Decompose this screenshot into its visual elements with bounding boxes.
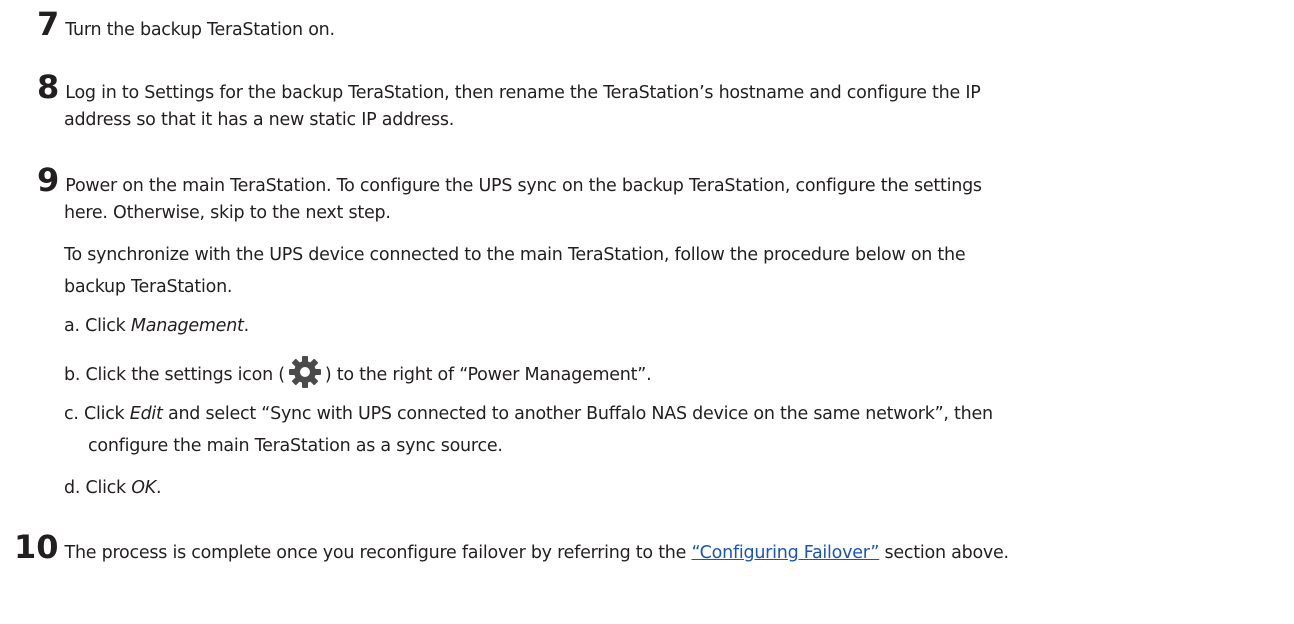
substep-d-prefix: d. Click [64, 478, 132, 498]
step-number: 9 [37, 161, 60, 199]
step-8-continuation: address so that it has a new static IP a… [64, 110, 455, 130]
substep-c-rest: and select “Sync with UPS connected to a… [162, 404, 993, 424]
substep-c-prefix: c. Click [64, 404, 130, 424]
configuring-failover-link[interactable]: “Configuring Failover” [691, 543, 879, 563]
step-text: The process is complete once you reconfi… [64, 537, 1010, 569]
substep-d: d. Click OK. [64, 472, 1280, 504]
step-9-paragraph-line-1: To synchronize with the UPS device conne… [64, 245, 966, 265]
substep-a: a. Click Management. [64, 310, 1280, 342]
ok-term: OK [131, 478, 157, 498]
step-9-continuation: here. Otherwise, skip to the next step. [64, 203, 391, 223]
step-text: Turn the backup TeraStation on. [65, 20, 335, 40]
step-number: 8 [37, 68, 60, 106]
substep-b-prefix: b. Click the settings icon ( [64, 365, 285, 385]
edit-term: Edit [129, 404, 163, 424]
step-10: 10 The process is complete once you reco… [14, 531, 1284, 569]
step-number: 10 [14, 528, 59, 566]
substep-a-suffix: . [243, 316, 250, 336]
step-number: 7 [37, 5, 60, 43]
substep-c: c. Click Edit and select “Sync with UPS … [64, 398, 1280, 430]
step-7: 7 Turn the backup TeraStation on. [37, 8, 1284, 46]
document-page: 7 Turn the backup TeraStation on. 8 Log … [0, 0, 1294, 624]
substep-b: b. Click the settings icon ( ) to the ri… [64, 354, 1280, 391]
step-10-text-before: The process is complete once you reconfi… [64, 543, 692, 563]
step-9-paragraph-line-2: backup TeraStation. [64, 277, 233, 297]
gear-icon [288, 356, 321, 388]
substep-d-suffix: . [156, 478, 162, 498]
substep-c-continuation: configure the main TeraStation as a sync… [88, 436, 503, 456]
substep-a-prefix: a. Click [64, 316, 131, 336]
management-term: Management [130, 316, 244, 336]
substep-b-suffix: ) to the right of “Power Management”. [324, 365, 652, 385]
step-10-text-after: section above. [879, 543, 1010, 563]
